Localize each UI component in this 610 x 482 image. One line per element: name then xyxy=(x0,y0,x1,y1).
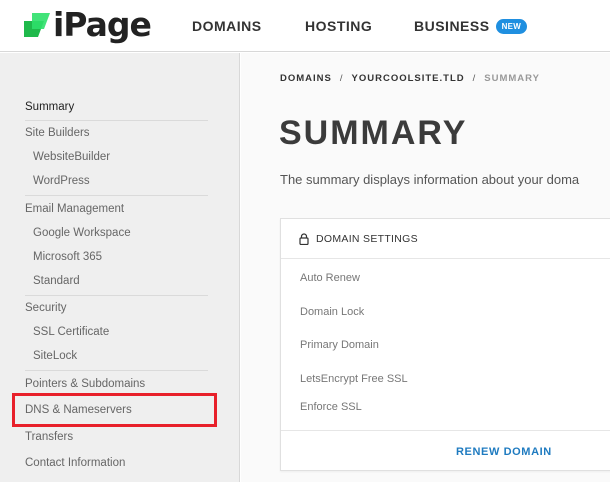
nav-business-label: BUSINESS xyxy=(414,18,490,34)
sidebar-divider xyxy=(25,120,208,121)
sidebar-divider xyxy=(25,195,208,196)
sidebar-item-sitelock[interactable]: SiteLock xyxy=(33,349,77,363)
domain-settings-title: DOMAIN SETTINGS xyxy=(316,232,418,245)
nav-domains-label: DOMAINS xyxy=(192,18,262,34)
nav-hosting-label: HOSTING xyxy=(305,18,373,34)
sidebar-item-google-workspace[interactable]: Google Workspace xyxy=(33,226,131,240)
sidebar-item-security[interactable]: Security xyxy=(25,301,67,315)
setting-primary-domain: Primary Domain xyxy=(300,339,379,351)
sidebar-item-summary[interactable]: Summary xyxy=(25,100,74,114)
ipage-logo-icon xyxy=(24,13,50,37)
breadcrumb-site[interactable]: YOURCOOLSITE.TLD xyxy=(352,73,465,84)
lock-icon xyxy=(299,232,309,245)
sidebar-item-websitebuilder[interactable]: WebsiteBuilder xyxy=(33,150,110,164)
setting-letsencrypt-ssl: LetsEncrypt Free SSL xyxy=(300,373,408,385)
new-badge: NEW xyxy=(495,18,528,34)
sidebar-item-contact-information[interactable]: Contact Information xyxy=(25,456,125,470)
dns-highlight-box xyxy=(12,393,217,427)
breadcrumb-current: SUMMARY xyxy=(484,73,541,84)
sidebar-divider xyxy=(25,295,208,296)
sidebar-item-wordpress[interactable]: WordPress xyxy=(33,174,90,188)
setting-domain-lock: Domain Lock xyxy=(300,306,365,318)
sidebar-item-email-management[interactable]: Email Management xyxy=(25,202,124,216)
setting-enforce-ssl: Enforce SSL xyxy=(300,401,362,413)
sidebar-divider xyxy=(25,370,208,371)
page-title: SUMMARY xyxy=(279,114,468,152)
sidebar-item-ssl-certificate[interactable]: SSL Certificate xyxy=(33,325,109,339)
sidebar-item-microsoft-365[interactable]: Microsoft 365 xyxy=(33,250,102,264)
breadcrumb-separator: / xyxy=(339,73,344,84)
ipage-logo[interactable]: iPage xyxy=(22,5,152,44)
renew-domain-button[interactable]: RENEW DOMAIN xyxy=(456,446,552,458)
top-navigation-bar: iPage DOMAINS HOSTING BUSINESS NEW xyxy=(0,0,610,52)
breadcrumb-separator: / xyxy=(472,73,477,84)
breadcrumb-domains[interactable]: DOMAINS xyxy=(280,73,332,84)
page-description: The summary displays information about y… xyxy=(280,172,580,187)
nav-hosting[interactable]: HOSTING xyxy=(305,0,372,52)
breadcrumb: DOMAINS / YOURCOOLSITE.TLD / SUMMARY xyxy=(280,73,540,84)
sidebar-item-site-builders[interactable]: Site Builders xyxy=(25,126,90,140)
nav-domains[interactable]: DOMAINS xyxy=(192,0,262,52)
sidebar-item-transfers[interactable]: Transfers xyxy=(25,430,73,444)
sidebar-item-pointers-subdomains[interactable]: Pointers & Subdomains xyxy=(25,377,145,391)
nav-business[interactable]: BUSINESS NEW xyxy=(414,0,528,52)
sidebar-item-standard[interactable]: Standard xyxy=(33,274,80,288)
brand-name: iPage xyxy=(53,5,152,44)
card-divider xyxy=(281,430,610,431)
setting-auto-renew: Auto Renew xyxy=(300,272,360,284)
domain-settings-header: DOMAIN SETTINGS xyxy=(281,219,610,259)
domain-settings-card: DOMAIN SETTINGS Auto Renew Domain Lock P… xyxy=(280,218,610,471)
